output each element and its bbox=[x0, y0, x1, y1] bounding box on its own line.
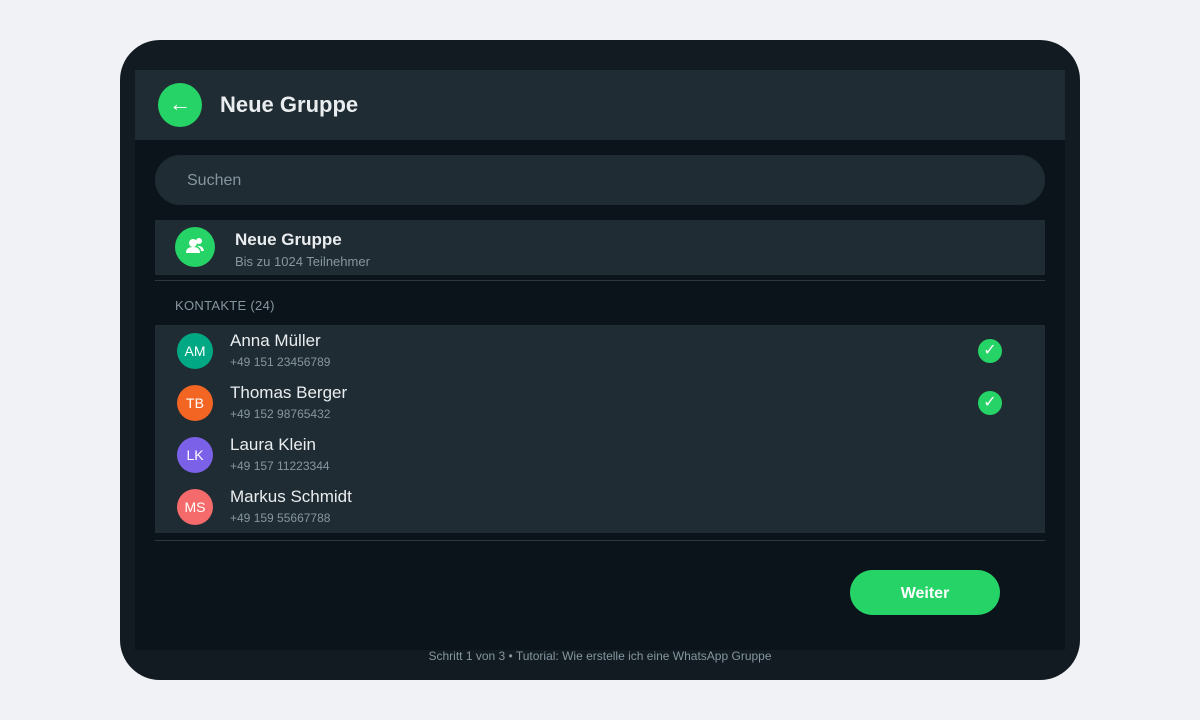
arrow-left-icon: ← bbox=[169, 91, 191, 116]
contacts-section-label: KONTAKTE (24) bbox=[175, 298, 275, 313]
avatar: TB bbox=[177, 385, 213, 421]
check-icon[interactable]: ✓ bbox=[978, 339, 1002, 363]
phone-frame: ← Neue Gruppe Neue Gruppe Bis zu 1024 Te… bbox=[120, 40, 1080, 680]
new-group-subtitle: Bis zu 1024 Teilnehmer bbox=[235, 254, 370, 269]
contact-phone: +49 157 11223344 bbox=[230, 459, 330, 473]
contact-name: Markus Schmidt bbox=[230, 487, 352, 506]
page-title: Neue Gruppe bbox=[220, 92, 359, 117]
contact-item[interactable]: MS Markus Schmidt +49 159 55667788 bbox=[155, 481, 1045, 533]
app-header: ← Neue Gruppe bbox=[135, 70, 1065, 140]
new-group-item[interactable]: Neue Gruppe Bis zu 1024 Teilnehmer bbox=[155, 220, 1045, 275]
group-add-icon bbox=[175, 227, 215, 267]
contact-item[interactable]: TB Thomas Berger +49 152 98765432 ✓ bbox=[155, 377, 1045, 429]
avatar: LK bbox=[177, 437, 213, 473]
contact-name: Thomas Berger bbox=[230, 383, 348, 402]
back-button[interactable]: ← bbox=[158, 83, 202, 127]
divider bbox=[155, 280, 1045, 281]
contact-phone: +49 151 23456789 bbox=[230, 355, 331, 369]
contact-name: Anna Müller bbox=[230, 331, 321, 350]
contact-list: AM Anna Müller +49 151 23456789 ✓ TB Tho… bbox=[155, 325, 1045, 533]
check-icon[interactable]: ✓ bbox=[978, 391, 1002, 415]
divider bbox=[155, 540, 1045, 541]
contact-phone: +49 159 55667788 bbox=[230, 511, 331, 525]
search-bar bbox=[155, 155, 1045, 207]
tutorial-caption: Schritt 1 von 3 • Tutorial: Wie erstelle… bbox=[428, 649, 772, 663]
avatar: MS bbox=[177, 489, 213, 525]
search-input[interactable] bbox=[185, 155, 1019, 207]
new-group-title: Neue Gruppe bbox=[235, 230, 342, 249]
app-screen: ← Neue Gruppe Neue Gruppe Bis zu 1024 Te… bbox=[135, 70, 1065, 650]
next-button[interactable]: Weiter bbox=[850, 570, 1000, 615]
avatar: AM bbox=[177, 333, 213, 369]
contact-item[interactable]: LK Laura Klein +49 157 11223344 bbox=[155, 429, 1045, 481]
contact-item[interactable]: AM Anna Müller +49 151 23456789 ✓ bbox=[155, 325, 1045, 377]
contact-name: Laura Klein bbox=[230, 435, 317, 454]
contact-phone: +49 152 98765432 bbox=[230, 407, 331, 421]
